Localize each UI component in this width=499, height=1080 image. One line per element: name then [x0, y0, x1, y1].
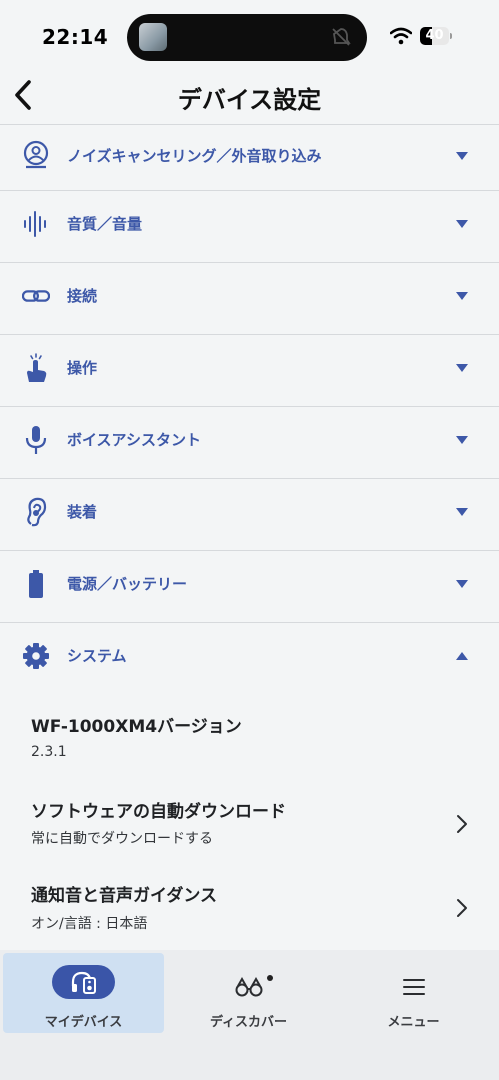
- section-wearing[interactable]: 装着: [0, 479, 499, 551]
- auto-download-item[interactable]: ソフトウェアの自動ダウンロード 常に自動でダウンロードする: [0, 785, 499, 865]
- notification-guidance-item[interactable]: 通知音と音声ガイダンス オン/言語 : 日本語: [0, 870, 499, 948]
- section-label: 装着: [67, 503, 98, 521]
- chevron-down-icon: [456, 152, 468, 160]
- section-label: 電源／バッテリー: [67, 575, 188, 593]
- auto-download-title: ソフトウェアの自動ダウンロード: [31, 802, 286, 822]
- status-bar: 22:14 40: [0, 0, 499, 75]
- chevron-down-icon: [456, 508, 468, 516]
- chevron-down-icon: [456, 292, 468, 300]
- binoculars-icon: [235, 977, 263, 997]
- media-thumbnail: [139, 23, 167, 51]
- touch-icon: [27, 353, 47, 382]
- section-connection[interactable]: 接続: [0, 263, 499, 335]
- section-operation[interactable]: 操作: [0, 335, 499, 407]
- firmware-version-title: WF-1000XM4バージョン: [31, 717, 242, 737]
- section-label: システム: [67, 647, 127, 665]
- nav-label: マイデバイス: [44, 1015, 123, 1030]
- nav-label: メニュー: [387, 1015, 440, 1030]
- dynamic-island[interactable]: [127, 14, 367, 61]
- chevron-up-icon: [456, 652, 468, 660]
- notification-dot: [267, 975, 273, 981]
- ambient-sound-icon: [23, 140, 49, 169]
- section-label: ノイズキャンセリング／外音取り込み: [67, 147, 322, 165]
- status-time: 22:14: [42, 25, 109, 49]
- nav-label: ディスカバー: [209, 1015, 288, 1030]
- bottom-navigation: マイデバイス ディスカバー メニュー: [0, 950, 499, 1080]
- headphones-device-icon: [71, 971, 96, 994]
- notification-guidance-value: オン/言語 : 日本語: [31, 916, 148, 932]
- hamburger-menu-icon: [403, 979, 425, 995]
- section-label: 音質／音量: [67, 215, 143, 233]
- header: デバイス設定: [0, 75, 499, 125]
- battery-icon: [29, 570, 43, 598]
- section-system[interactable]: システム: [0, 623, 499, 695]
- link-icon: [22, 290, 50, 302]
- mute-icon: [332, 28, 351, 46]
- page-title: デバイス設定: [177, 86, 322, 114]
- section-noise-canceling[interactable]: ノイズキャンセリング／外音取り込み: [0, 125, 499, 191]
- section-power-battery[interactable]: 電源／バッテリー: [0, 551, 499, 623]
- sound-wave-icon: [24, 211, 46, 237]
- chevron-down-icon: [456, 364, 468, 372]
- section-label: 接続: [67, 287, 98, 305]
- nav-menu[interactable]: メニュー: [333, 953, 494, 1033]
- nav-discover[interactable]: ディスカバー: [168, 953, 329, 1033]
- microphone-icon: [25, 426, 47, 454]
- gear-icon: [23, 643, 49, 669]
- section-sound-quality[interactable]: 音質／音量: [0, 191, 499, 263]
- nav-my-device[interactable]: マイデバイス: [3, 953, 164, 1033]
- firmware-version-item: WF-1000XM4バージョン 2.3.1: [0, 700, 499, 778]
- chevron-right-icon: [457, 899, 467, 917]
- chevron-down-icon: [456, 580, 468, 588]
- wifi-icon: [390, 27, 412, 45]
- settings-section-list: ノイズキャンセリング／外音取り込み 音質／音量 接続 操作 ボイスアシスタント …: [0, 125, 499, 695]
- ear-icon: [27, 497, 47, 527]
- auto-download-value: 常に自動でダウンロードする: [31, 831, 213, 847]
- battery-status-icon: 40: [420, 27, 452, 45]
- firmware-version-value: 2.3.1: [31, 744, 67, 760]
- chevron-down-icon: [456, 436, 468, 444]
- section-voice-assistant[interactable]: ボイスアシスタント: [0, 407, 499, 479]
- chevron-down-icon: [456, 220, 468, 228]
- section-label: ボイスアシスタント: [67, 431, 201, 449]
- notification-guidance-title: 通知音と音声ガイダンス: [31, 886, 217, 906]
- battery-percentage: 40: [425, 28, 444, 43]
- section-label: 操作: [67, 359, 98, 377]
- chevron-right-icon: [457, 815, 467, 833]
